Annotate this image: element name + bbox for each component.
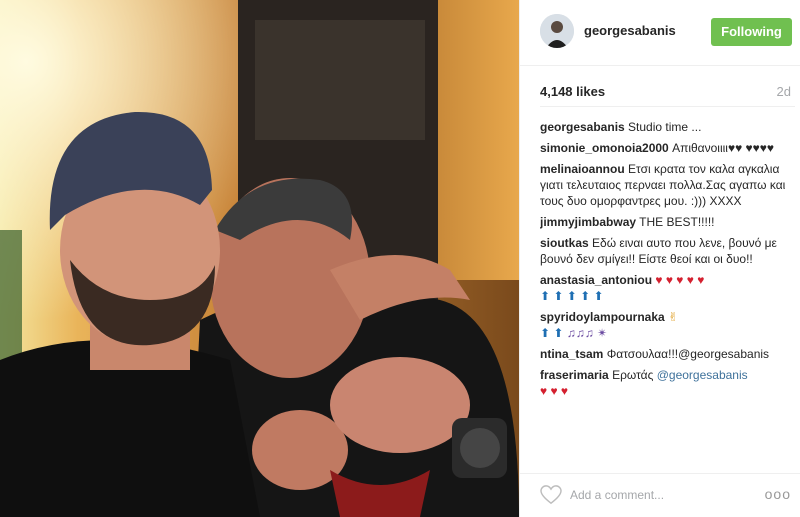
- comment-mention[interactable]: @georgesabanis: [678, 347, 769, 361]
- comment: sioutkas Εδώ ειναι αυτο που λενε, βουνό …: [540, 235, 795, 267]
- comment: jimmyjimbabway THE BEST!!!!!: [540, 214, 795, 230]
- red-heart-emoji: ♥ ♥ ♥ ♥ ♥: [655, 273, 705, 287]
- comment-text: Studio time ...: [628, 120, 702, 134]
- comment-text: THE BEST!!!!!: [639, 215, 715, 229]
- top-arrow-emoji: ⬆ ⬆ ⬆ ⬆ ⬆: [540, 289, 604, 303]
- comment: spyridoylampournaka ✌ ⬆ ⬆ ♫♫♫ ✴: [540, 309, 795, 341]
- top-arrow-emoji: ⬆ ⬆: [540, 326, 564, 340]
- heart-outline-icon[interactable]: [540, 485, 562, 505]
- black-heart-emoji: ♥♥ ♥♥♥♥: [727, 141, 775, 155]
- comment: fraserimaria Ερωτάς @georgesabanis ♥ ♥ ♥: [540, 367, 795, 399]
- comment: ntina_tsam Φατσουλαα!!!@georgesabanis: [540, 346, 795, 362]
- post-sidebar: georgesabanis Following 4,148 likes 2d g…: [519, 0, 800, 517]
- comment: simonie_omonoia2000 Απιθανοιιιι♥♥ ♥♥♥♥: [540, 140, 795, 156]
- comment-username[interactable]: anastasia_antoniou: [540, 273, 652, 287]
- likes-count[interactable]: 4,148 likes: [540, 84, 605, 99]
- avatar-icon: [540, 14, 574, 48]
- more-options-icon[interactable]: ooo: [765, 486, 791, 502]
- post-photo[interactable]: [0, 0, 519, 517]
- avatar[interactable]: [540, 14, 574, 48]
- comment-text: Ερωτάς: [612, 368, 657, 382]
- comment-username[interactable]: ntina_tsam: [540, 347, 603, 361]
- following-button[interactable]: Following: [711, 18, 792, 46]
- comment-username[interactable]: sioutkas: [540, 236, 589, 250]
- add-comment-input[interactable]: Add a comment...: [570, 488, 664, 502]
- photo-illustration: [0, 0, 519, 517]
- music-note-emoji: ♫♫♫ ✴: [566, 326, 608, 340]
- comment-username[interactable]: jimmyjimbabway: [540, 215, 636, 229]
- comment-username[interactable]: fraserimaria: [540, 368, 609, 382]
- post-username[interactable]: georgesabanis: [584, 23, 676, 38]
- comment: anastasia_antoniou ♥ ♥ ♥ ♥ ♥ ⬆ ⬆ ⬆ ⬆ ⬆: [540, 272, 795, 304]
- comment: georgesabanis Studio time ...: [540, 119, 795, 135]
- comment-text: Φατσουλαα!!!: [606, 347, 679, 361]
- comment-username[interactable]: simonie_omonoia2000: [540, 141, 669, 155]
- comment-bar: Add a comment... ooo: [520, 473, 800, 517]
- comment-username[interactable]: spyridoylampournaka: [540, 310, 665, 324]
- post-age[interactable]: 2d: [777, 84, 791, 99]
- comment: melinaioannou Ετσι κρατα τον καλα αγκαλι…: [540, 161, 795, 209]
- comment-username[interactable]: melinaioannou: [540, 162, 625, 176]
- ok-hand-emoji: ✌: [668, 310, 679, 324]
- red-heart-emoji: ♥ ♥ ♥: [540, 384, 569, 398]
- post-header: georgesabanis Following: [520, 0, 800, 66]
- comment-mention[interactable]: @georgesabanis: [657, 368, 748, 382]
- comment-username[interactable]: georgesabanis: [540, 120, 625, 134]
- comments-list[interactable]: georgesabanis Studio time ... simonie_om…: [540, 106, 795, 464]
- comment-text: Απιθανοιιιι: [672, 141, 728, 155]
